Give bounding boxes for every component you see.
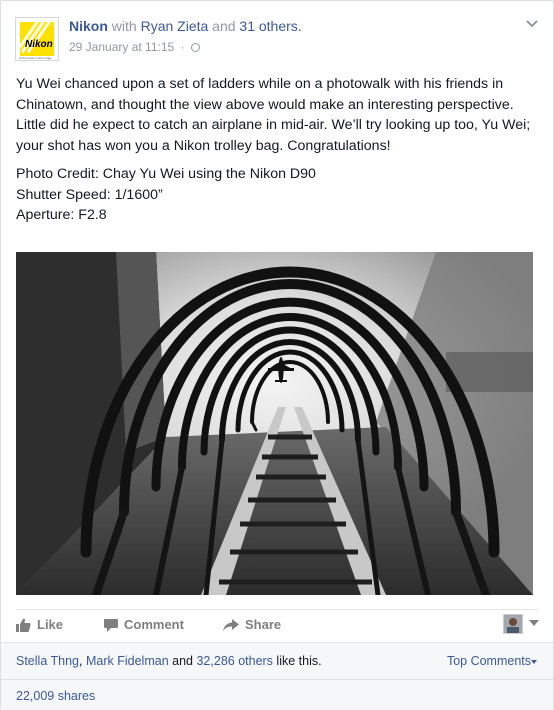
action-bar: Like Comment Share (16, 609, 539, 642)
viewer-caret-icon[interactable] (529, 620, 539, 626)
logo-text: Nikon (25, 39, 53, 50)
viewer-avatar-icon[interactable] (503, 614, 523, 634)
post-meta: 29 January at 11:15 · (69, 40, 200, 54)
chevron-down-icon[interactable] (525, 17, 539, 31)
likes-comma: , (79, 654, 83, 668)
nikon-logo-icon: Nikon (20, 22, 54, 56)
post-paragraph: Yu Wei chanced upon a set of ladders whi… (16, 76, 531, 154)
page-avatar[interactable]: Nikon At the heart of the image (15, 17, 59, 61)
post-header: Nikon At the heart of the image Nikon wi… (15, 15, 539, 65)
with-text: with (111, 18, 137, 34)
post-title: Nikon with Ryan Zieta and 31 others. (69, 18, 302, 34)
liker-2-link[interactable]: Mark Fidelman (86, 654, 169, 668)
post-photo[interactable] (16, 252, 533, 595)
shutter-speed: Shutter Speed: 1/1600” (16, 186, 163, 203)
like-button[interactable]: Like (16, 617, 63, 632)
likes-summary: Stella Thng, Mark Fidelman and 32,286 ot… (1, 642, 553, 679)
others-link[interactable]: 31 others. (239, 18, 301, 34)
and-text: and (212, 18, 236, 34)
meta-separator: · (180, 40, 185, 54)
share-arrow-icon (223, 618, 239, 631)
likes-others-link[interactable]: 32,286 others (196, 654, 272, 668)
likes-text: Stella Thng, Mark Fidelman and 32,286 ot… (16, 654, 322, 668)
shares-summary: 22,009 shares (1, 679, 553, 710)
share-label: Share (245, 617, 282, 632)
like-label: Like (37, 617, 64, 632)
shares-link[interactable]: 22,009 shares (16, 689, 95, 703)
likes-and: and (172, 654, 193, 668)
post-card: Nikon At the heart of the image Nikon wi… (0, 0, 554, 710)
chevron-down-icon[interactable] (531, 660, 537, 664)
tagged-person-link[interactable]: Ryan Zieta (141, 18, 209, 34)
likes-suffix: like this. (276, 654, 322, 668)
post-body: Yu Wei chanced upon a set of ladders whi… (16, 74, 541, 226)
comment-bubble-icon (104, 618, 118, 632)
thumbs-up-icon (16, 618, 31, 632)
share-button[interactable]: Share (223, 617, 281, 632)
photo-credit: Photo Credit: Chay Yu Wei using the Niko… (16, 166, 316, 182)
comment-label: Comment (124, 617, 184, 632)
logo-tagline: At the heart of the image (19, 56, 52, 60)
page-name-link[interactable]: Nikon (69, 18, 108, 34)
liker-1-link[interactable]: Stella Thng (16, 654, 79, 668)
top-comments-dropdown[interactable]: Top Comments (447, 654, 531, 668)
comment-button[interactable]: Comment (104, 617, 184, 632)
ladder-photo (16, 252, 533, 595)
globe-icon[interactable] (190, 43, 200, 52)
post-timestamp[interactable]: 29 January at 11:15 (69, 40, 174, 54)
aperture: Aperture: F2.8 (16, 207, 107, 223)
